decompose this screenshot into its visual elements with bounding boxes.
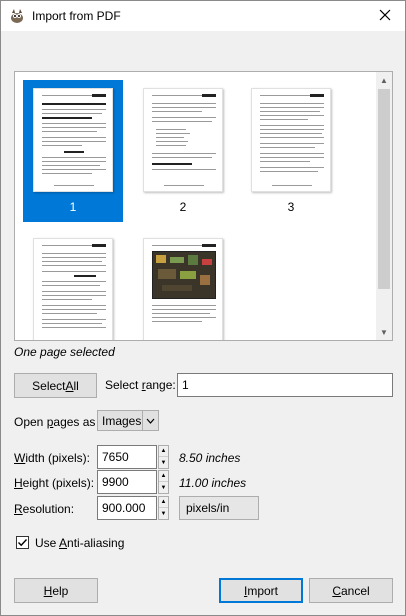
page-thumbnail[interactable]: 1 bbox=[23, 80, 123, 222]
import-suffix: mport bbox=[247, 583, 279, 598]
select-all-button[interactable]: Select All bbox=[14, 373, 97, 398]
height-accel: H bbox=[14, 476, 23, 490]
help-accel: H bbox=[43, 583, 53, 598]
height-inches: 11.00 inches bbox=[179, 476, 247, 490]
width-accel: W bbox=[14, 451, 26, 465]
scroll-up-arrow-icon[interactable]: ▲ bbox=[376, 72, 392, 88]
resolution-input[interactable]: 900.000 bbox=[97, 496, 157, 520]
page-thumbnail[interactable]: 3 bbox=[241, 80, 341, 222]
page-preview bbox=[143, 238, 223, 340]
resolution-label: Resolution: bbox=[14, 502, 74, 516]
width-input[interactable]: 7650 bbox=[97, 445, 157, 469]
resolution-suffix: esolution: bbox=[22, 502, 75, 516]
checkmark-icon bbox=[18, 539, 28, 547]
title-bar: Import from PDF bbox=[1, 1, 405, 31]
height-suffix: eight (pixels): bbox=[22, 476, 95, 490]
width-spinner[interactable]: ▲ ▼ bbox=[158, 445, 169, 469]
page-preview bbox=[33, 88, 113, 192]
thumbnail-label: 3 bbox=[287, 200, 295, 214]
import-pdf-dialog: Import from PDF 1 2 3 ▲ ▼ One page selec… bbox=[0, 0, 406, 616]
spin-down-icon[interactable]: ▼ bbox=[159, 457, 168, 468]
vertical-scrollbar[interactable]: ▲ ▼ bbox=[376, 72, 392, 340]
spin-up-icon[interactable]: ▲ bbox=[159, 446, 168, 457]
import-button[interactable]: Import bbox=[219, 578, 303, 603]
spin-down-icon[interactable]: ▼ bbox=[159, 508, 168, 519]
antialias-label[interactable]: Use Anti-aliasing bbox=[35, 536, 124, 550]
close-button[interactable] bbox=[365, 1, 405, 31]
antialias-suffix: nti-aliasing bbox=[67, 536, 125, 550]
help-button[interactable]: Help bbox=[14, 578, 98, 603]
page-thumbnail[interactable] bbox=[23, 230, 123, 340]
help-suffix: elp bbox=[52, 583, 69, 598]
open-pages-prefix: Open bbox=[14, 415, 47, 429]
page-thumbnail[interactable] bbox=[133, 230, 233, 340]
open-pages-value: Images bbox=[102, 414, 142, 428]
window-title: Import from PDF bbox=[32, 9, 121, 23]
page-preview bbox=[33, 238, 113, 340]
antialias-checkbox[interactable] bbox=[16, 536, 29, 549]
gimp-icon bbox=[9, 8, 25, 24]
select-range-input[interactable]: 1 bbox=[177, 373, 393, 397]
page-preview bbox=[143, 88, 223, 192]
select-range-label: Select range: bbox=[105, 378, 176, 392]
width-suffix: idth (pixels): bbox=[25, 451, 91, 465]
close-icon bbox=[379, 9, 391, 24]
thumbnail-label: 2 bbox=[179, 200, 187, 214]
spin-up-icon[interactable]: ▲ bbox=[159, 471, 168, 482]
antialias-accel: A bbox=[59, 536, 68, 550]
select-all-label-suffix: ll bbox=[73, 378, 79, 393]
page-thumbnail-list[interactable]: 1 2 3 ▲ ▼ bbox=[14, 71, 393, 341]
page-thumbnail[interactable]: 2 bbox=[133, 80, 233, 222]
scroll-down-arrow-icon[interactable]: ▼ bbox=[376, 324, 392, 340]
height-label: Height (pixels): bbox=[14, 476, 94, 490]
open-pages-suffix: ages as bbox=[53, 415, 96, 429]
width-inches: 8.50 inches bbox=[179, 451, 241, 465]
chevron-down-icon bbox=[142, 411, 158, 430]
resolution-accel: R bbox=[14, 502, 23, 516]
spin-down-icon[interactable]: ▼ bbox=[159, 482, 168, 493]
height-input[interactable]: 9900 bbox=[97, 470, 157, 494]
page-preview bbox=[251, 88, 331, 192]
scrollbar-thumb[interactable] bbox=[378, 89, 390, 289]
resolution-spinner[interactable]: ▲ ▼ bbox=[158, 496, 169, 520]
cancel-suffix: ancel bbox=[340, 583, 370, 598]
thumbnail-label: 1 bbox=[69, 200, 77, 214]
open-pages-label: Open pages as bbox=[14, 415, 95, 429]
select-all-accel: A bbox=[65, 378, 74, 393]
open-pages-as-select[interactable]: Images bbox=[97, 410, 159, 431]
selection-status: One page selected bbox=[14, 345, 115, 359]
width-label: Width (pixels): bbox=[14, 451, 90, 465]
antialias-prefix: Use bbox=[35, 536, 60, 550]
height-spinner[interactable]: ▲ ▼ bbox=[158, 470, 169, 494]
select-range-suffix: ange: bbox=[145, 378, 176, 392]
resolution-unit-select[interactable]: pixels/in bbox=[179, 496, 259, 520]
cancel-accel: C bbox=[332, 583, 341, 598]
spin-up-icon[interactable]: ▲ bbox=[159, 497, 168, 508]
select-range-prefix: Select bbox=[105, 378, 142, 392]
select-all-label-prefix: Select bbox=[32, 378, 66, 393]
cancel-button[interactable]: Cancel bbox=[309, 578, 393, 603]
